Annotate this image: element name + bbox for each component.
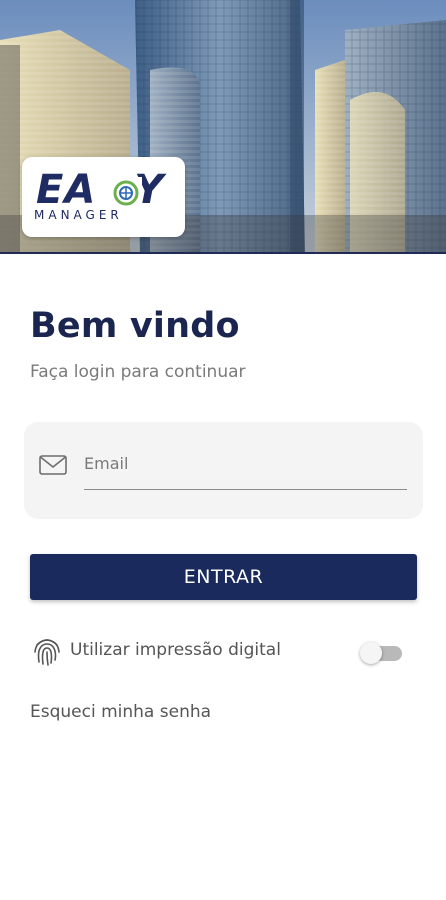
fingerprint-row: Utilizar impressão digital	[30, 632, 416, 672]
brand-logo: EA Y MANAGER	[22, 157, 185, 237]
fingerprint-label: Utilizar impressão digital	[70, 640, 281, 660]
page-title: Bem vindo	[30, 306, 240, 346]
email-field-card	[24, 422, 423, 519]
login-button[interactable]: ENTRAR	[30, 554, 417, 600]
toggle-thumb	[360, 642, 382, 664]
mail-icon	[39, 455, 67, 475]
logo-subtitle: MANAGER	[34, 208, 123, 222]
page-subtitle: Faça login para continuar	[30, 362, 246, 382]
forgot-password-link[interactable]: Esqueci minha senha	[30, 702, 211, 722]
fingerprint-toggle[interactable]	[360, 642, 404, 664]
header-banner: EA Y MANAGER	[0, 0, 446, 254]
header-divider	[0, 252, 446, 254]
email-input[interactable]	[84, 446, 407, 490]
globe-icon	[110, 177, 142, 209]
logo-wordmark: EA Y	[36, 167, 165, 213]
fingerprint-icon	[34, 639, 60, 666]
